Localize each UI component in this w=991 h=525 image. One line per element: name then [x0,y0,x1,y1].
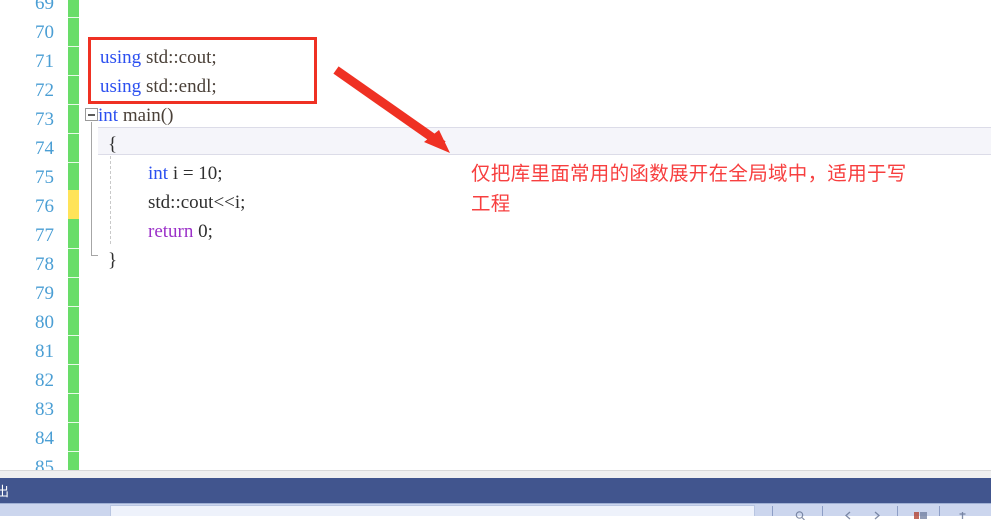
line-number: 70 [35,22,54,43]
line-number: 84 [35,428,54,449]
ide-window: 69 70 71 72 73 74 75 76 77 78 79 80 81 8… [0,0,991,521]
status-bar-text: 出 [0,485,10,500]
line-number: 80 [35,312,54,333]
code-line: { [108,130,117,159]
line-number: 77 [35,225,54,246]
line-number: 79 [35,283,54,304]
change-bar-separator [68,162,79,163]
token-keyword: int [98,105,119,126]
change-bar-separator [68,75,79,76]
change-bar-separator [68,364,79,365]
change-bar-separator [68,17,79,18]
change-bar-separator [68,46,79,47]
change-tracking-bar [68,0,79,478]
line-number: 74 [35,138,54,159]
change-bar-separator [68,335,79,336]
change-bar-separator [68,277,79,278]
annotation-text-line1: 仅把库里面常用的函数展开在全局域中，适用于写 [471,162,907,185]
change-bar-separator [68,451,79,452]
code-line: int main() [98,101,173,130]
annotation-text-line2: 工程 [471,192,511,215]
line-number: 82 [35,370,54,391]
line-number: 76 [35,196,54,217]
token-function-name: main() [122,105,174,126]
code-line: int i = 10; [148,159,223,188]
change-bar-separator [68,306,79,307]
token-brace: { [108,134,118,155]
line-number: 71 [35,51,54,72]
line-number: 73 [35,109,54,130]
token-brace: } [108,250,118,271]
bottom-panel-field[interactable] [110,505,755,516]
change-bar-separator [68,133,79,134]
line-number: 75 [35,167,54,188]
fold-scope-end [91,255,98,256]
fold-scope-line [91,122,92,256]
annotation-rectangle [88,37,317,104]
annotation-text: 仅把库里面常用的函数展开在全局域中，适用于写 工程 [471,159,987,219]
token-keyword: int [148,163,169,184]
change-bar-separator [68,422,79,423]
change-bar-separator [68,248,79,249]
token-keyword-control: return [148,221,194,242]
indent-guide [110,156,112,244]
code-line: return 0; [148,217,213,246]
line-number: 83 [35,399,54,420]
code-editor[interactable]: 69 70 71 72 73 74 75 76 77 78 79 80 81 8… [0,0,991,478]
change-bar-separator [68,104,79,105]
line-number: 72 [35,80,54,101]
token-declaration: i = 10; [172,163,223,184]
line-number: 81 [35,341,54,362]
line-number: 78 [35,254,54,275]
line-number-gutter: 69 70 71 72 73 74 75 76 77 78 79 80 81 8… [0,0,62,478]
token-literal: 0; [198,221,213,242]
bottom-toolbar[interactable] [0,503,991,521]
line-number: 69 [35,0,54,14]
code-line: } [108,246,117,275]
change-marker-unsaved [68,190,79,219]
status-bar: 出 [0,478,991,503]
collapse-minus-icon[interactable] [85,108,98,121]
change-marker-saved [68,219,79,478]
change-bar-separator [68,393,79,394]
code-line: std::cout<<i; [148,188,245,217]
token-statement: std::cout<<i; [148,192,246,213]
